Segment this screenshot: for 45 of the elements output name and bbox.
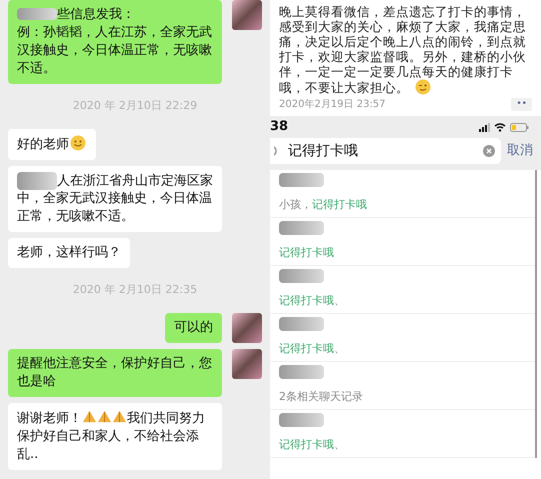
redaction-blur	[279, 173, 324, 187]
more-button[interactable]: ••	[511, 98, 532, 112]
redaction-blur	[279, 269, 324, 283]
signal-icon	[479, 122, 490, 132]
search-result-row[interactable]: 记得打卡哦、	[270, 314, 535, 362]
result-snippet: 小孩，记得打卡哦	[279, 196, 368, 212]
winking-face-icon	[415, 79, 431, 95]
timestamp: 2020 年 2月10日 22:29	[72, 98, 198, 114]
redaction-blur	[279, 365, 324, 379]
status-time: 38	[270, 118, 288, 136]
post-text: 晚上莫得看微信，差点遗忘了打卡的事情，感受到大家的关心，麻烦了大家，我痛定思痛，决定以后定个晚上八点的闹铃，到点就打卡，欢迎大家监督哦。另外，建桥的小伙伴，一定一定一定要几点每天的健康打卡哦，不要让大家担心。	[279, 4, 527, 95]
result-snippet: 记得打卡哦、	[279, 340, 346, 356]
result-snippet: 记得打卡哦、	[279, 436, 346, 452]
result-snippet: 记得打卡哦、	[279, 292, 346, 308]
cancel-button[interactable]: 取消	[507, 141, 541, 161]
message-bubble: 人在浙江省舟山市定海区家中，全家无武汉接触史，今日体温正常，无咳嗽不适。	[8, 166, 222, 232]
smiley-icon	[70, 134, 86, 150]
search-result-row[interactable]: 记得打卡哦	[270, 218, 535, 266]
redaction-blur	[279, 317, 324, 331]
clear-icon[interactable]	[483, 145, 495, 157]
search-result-row[interactable]: 小孩，记得打卡哦	[270, 170, 535, 218]
search-result-row[interactable]: 2条相关聊天记录	[270, 362, 535, 410]
result-snippet: 记得打卡哦	[279, 244, 335, 260]
message-bubble: 可以的	[165, 312, 222, 343]
redaction-blur	[279, 413, 324, 427]
avatar-picture	[232, 0, 262, 30]
search-field[interactable]: 记得打卡哦	[270, 138, 501, 164]
search-text: 记得打卡哦	[288, 142, 359, 160]
redaction-blur	[17, 8, 57, 20]
message-bubble: 好的老师	[8, 128, 96, 160]
search-result-row[interactable]: 记得打卡哦、	[270, 266, 535, 314]
message-bubble: 老师，这样行吗？	[8, 238, 130, 268]
message-bubble: 些信息发我： 例：孙韬韬，人在江苏，全家无武汉接触史，今日体温正常，无咳嗽不适。	[8, 0, 222, 84]
wifi-icon	[494, 122, 506, 132]
result-snippet: 2条相关聊天记录	[279, 388, 364, 404]
message-bubble: 谢谢老师！ 我们共同努力保护好自己和家人，不给社会添乱..	[8, 402, 222, 470]
search-result-row[interactable]: 记得打卡哦、	[270, 410, 535, 458]
post-time: 2020年2月19日 23:57	[279, 98, 386, 112]
redaction-blur	[279, 221, 324, 235]
timestamp: 2020 年 2月10日 22:35	[72, 282, 198, 298]
avatar-picture	[232, 312, 262, 343]
redaction-blur	[17, 172, 57, 190]
message-bubble: 提醒他注意安全，保护好自己，您也是哈	[8, 348, 222, 397]
battery-icon	[510, 122, 529, 132]
avatar-picture	[232, 348, 262, 379]
